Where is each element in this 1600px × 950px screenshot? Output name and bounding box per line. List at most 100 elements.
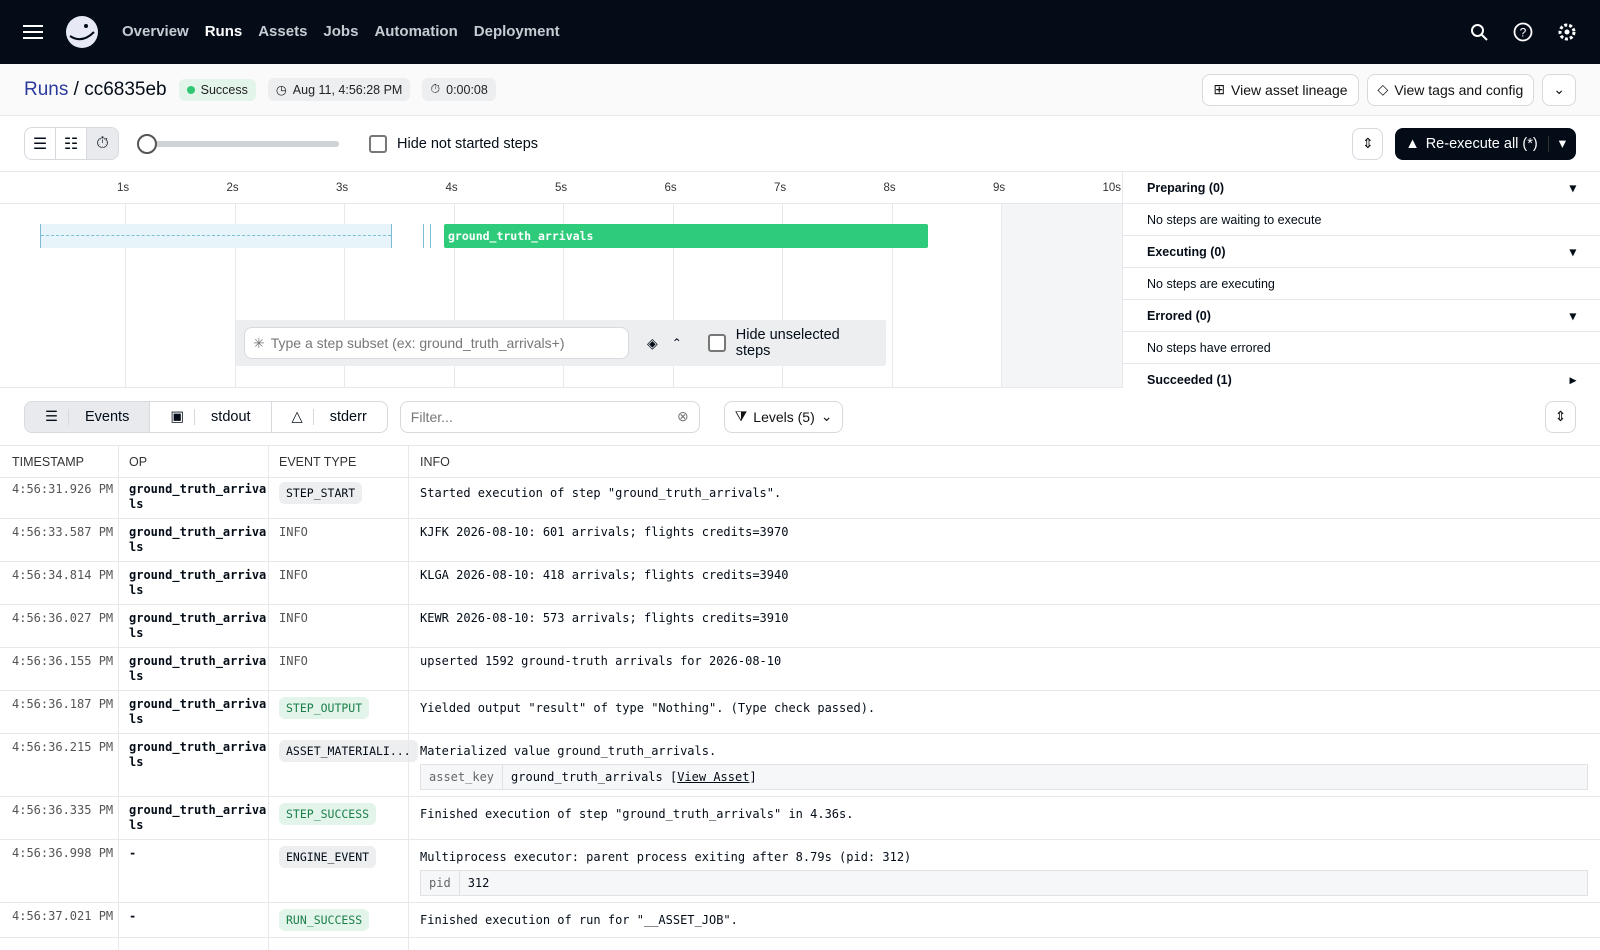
breadcrumb-runs-link[interactable]: Runs <box>24 79 68 100</box>
table-row[interactable]: 4:56:36.998 PM - ENGINE_EVENT Multiprocess … <box>0 840 1600 903</box>
dagster-logo[interactable] <box>64 14 100 50</box>
table-row[interactable]: 4:56:36.215 PM ground_truth_arrivals ASSET… <box>0 734 1600 797</box>
top-nav: Overview Runs Assets Jobs Automation Deployme… <box>0 0 1600 64</box>
info-cell: Finished execution of step "ground_truth… <box>408 797 1600 839</box>
logs-toolbar: ☰ Events ▣ stdout △ stderr Filter... ⊗ ⧩ Level… <box>0 388 1600 446</box>
re-execute-main[interactable]: ▲ Re-execute all (*) <box>1395 135 1549 152</box>
event-type-badge: INFO <box>279 568 308 582</box>
help-icon[interactable]: ? <box>1508 17 1538 47</box>
side-section-header[interactable]: Succeeded (1) ▸ <box>1123 364 1600 388</box>
clear-circle-icon[interactable]: ⊗ <box>677 408 689 425</box>
step-status-panel: Preparing (0) ▾ No steps are waiting to ex… <box>1122 172 1600 388</box>
table-row[interactable]: 4:56:36.335 PM ground_truth_arrivals STEP_… <box>0 797 1600 840</box>
timestamp-cell: 4:56:37.021 PM <box>12 909 114 923</box>
nav-link-automation[interactable]: Automation <box>374 23 457 40</box>
caret-down-icon[interactable]: ▾ <box>1570 308 1576 323</box>
zoom-slider[interactable] <box>137 133 339 154</box>
tab-label: stdout <box>211 408 251 425</box>
event-type-cell: INFO <box>268 562 408 604</box>
side-section-header[interactable]: Executing (0) ▾ <box>1123 236 1600 268</box>
side-section-header[interactable]: Errored (0) ▾ <box>1123 300 1600 332</box>
hide-not-started-checkbox[interactable]: Hide not started steps <box>369 134 538 153</box>
op-cell: ground_truth_arrivals <box>129 611 267 640</box>
side-section-header[interactable]: Preparing (0) ▾ <box>1123 172 1600 204</box>
nav-link-overview[interactable]: Overview <box>122 23 189 40</box>
table-row[interactable]: 4:56:36.187 PM ground_truth_arrivals STEP_… <box>0 691 1600 734</box>
column-header[interactable]: EVENT TYPE <box>268 455 408 469</box>
col-divider <box>268 446 269 950</box>
caret-down-icon[interactable]: ▾ <box>1549 136 1576 152</box>
table-row[interactable]: 4:56:36.155 PM ground_truth_arrivals INFO u… <box>0 648 1600 691</box>
nav-link-deployment[interactable]: Deployment <box>474 23 560 40</box>
step-subset-input[interactable]: ✳ Type a step subset (ex: ground_truth_ar… <box>244 327 629 359</box>
view-asset-lineage-button[interactable]: ⊞ View asset lineage <box>1202 73 1359 106</box>
column-header[interactable]: OP <box>118 455 268 469</box>
table-header: TIMESTAMP OP EVENT TYPE INFO <box>0 446 1600 478</box>
table-row[interactable]: 4:56:34.814 PM ground_truth_arrivals INFO K… <box>0 562 1600 605</box>
caret-right-icon[interactable]: ▸ <box>1570 372 1576 387</box>
timestamp-cell: 4:56:36.215 PM <box>12 740 114 754</box>
info-text: KLGA 2026-08-10: 418 arrivals; flights c… <box>420 568 789 582</box>
clock-icon: ◷ <box>275 83 287 97</box>
info-cell: Started execution of step "ground_truth_… <box>408 476 1600 518</box>
view-asset-link[interactable]: View Asset <box>677 770 749 784</box>
table-row[interactable]: 4:56:37.021 PM - RUN_SUCCESS Finished execu… <box>0 903 1600 938</box>
info-text: Finished execution of step "ground_truth… <box>420 807 854 821</box>
time-tick-label: 1s <box>117 182 130 194</box>
caret-down-icon[interactable]: ▾ <box>1570 180 1576 195</box>
timestamp-cell: 4:56:36.998 PM <box>12 846 114 860</box>
op-cell: ground_truth_arrivals <box>129 482 267 511</box>
tab-events[interactable]: ☰ Events <box>25 401 151 432</box>
step-bar-ground-truth-arrivals[interactable]: ground_truth_arrivals <box>444 224 928 248</box>
expand-logs-button[interactable]: ⇕ <box>1545 400 1576 433</box>
view-tags-button[interactable]: ◇ View tags and config <box>1366 73 1535 106</box>
chevron-down-icon: ⌄ <box>1553 81 1565 97</box>
table-row[interactable]: 4:56:36.027 PM ground_truth_arrivals INFO K… <box>0 605 1600 648</box>
column-header[interactable]: TIMESTAMP <box>0 455 118 469</box>
nav-link-runs[interactable]: Runs <box>205 23 243 40</box>
search-icon[interactable] <box>1464 17 1494 47</box>
info-cell: upserted 1592 ground-truth arrivals for … <box>408 648 1600 690</box>
time-tick-label: 2s <box>226 182 239 194</box>
more-dropdown-button[interactable]: ⌄ <box>1542 73 1576 106</box>
hide-unselected-checkbox[interactable]: Hide unselected steps <box>707 327 878 359</box>
checkbox-box[interactable] <box>369 134 387 153</box>
event-type-cell: STEP_START <box>268 476 408 518</box>
main-nav: Overview Runs Assets Jobs Automation Deployme… <box>122 23 576 41</box>
column-header[interactable]: INFO <box>408 455 1600 469</box>
settings-gear-icon[interactable] <box>1552 17 1582 47</box>
caret-down-icon[interactable]: ▾ <box>1570 244 1576 259</box>
nav-link-assets[interactable]: Assets <box>258 23 307 40</box>
time-tick-label: 6s <box>664 182 677 194</box>
op-cell: ground_truth_arrivals <box>129 654 267 683</box>
success-dot-icon <box>186 85 195 94</box>
event-type-cell: ASSET_MATERIALI... <box>268 734 418 796</box>
time-tick-label: 8s <box>883 182 896 194</box>
waterfall-alt-icon[interactable]: ☷ <box>56 128 87 159</box>
levels-dropdown[interactable]: ⧩ Levels (5) ⌄ <box>723 400 844 433</box>
layers-icon[interactable]: ◈ <box>647 335 658 352</box>
zoom-slider-handle[interactable] <box>137 133 157 154</box>
menu-icon[interactable] <box>18 17 48 47</box>
gap-marker <box>423 224 431 248</box>
metadata-key: pid <box>421 871 460 895</box>
table-row[interactable]: 4:56:31.926 PM ground_truth_arrivals STEP_… <box>0 476 1600 519</box>
asterisk-icon: ✳ <box>253 334 265 351</box>
chevron-down-icon: ⌄ <box>820 408 833 424</box>
info-text: Finished execution of run for "__ASSET_J… <box>420 913 738 927</box>
timer-icon[interactable]: ⏱ <box>87 128 118 159</box>
warning-icon: △ <box>282 408 314 425</box>
checkbox-box[interactable] <box>707 334 726 352</box>
op-cell: ground_truth_arrivals <box>129 525 267 554</box>
tab-stderr[interactable]: △ stderr <box>272 402 387 432</box>
re-execute-button[interactable]: ▲ Re-execute all (*) ▾ <box>1395 127 1576 160</box>
tab-stdout[interactable]: ▣ stdout <box>150 401 272 432</box>
table-row[interactable]: 4:56:33.587 PM ground_truth_arrivals INFO K… <box>0 519 1600 562</box>
waterfall-icon[interactable]: ☰ <box>25 128 56 159</box>
op-cell: ground_truth_arrivals <box>129 697 267 726</box>
event-type-badge: INFO <box>279 611 308 625</box>
chevron-up-icon[interactable]: ⌃ <box>672 336 682 350</box>
log-filter-input[interactable]: Filter... ⊗ <box>399 400 700 433</box>
expand-collapse-button[interactable]: ⇕ <box>1352 127 1384 160</box>
nav-link-jobs[interactable]: Jobs <box>323 23 358 40</box>
